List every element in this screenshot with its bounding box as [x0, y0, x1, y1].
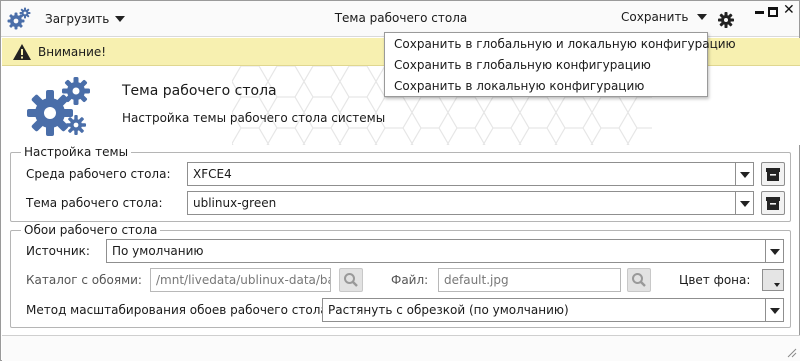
settings-gear-icon[interactable]	[718, 12, 734, 28]
menu-item-save-global-local[interactable]: Сохранить в глобальную и локальную конфи…	[394, 34, 736, 54]
archive-button[interactable]	[761, 162, 785, 186]
theme-label: Тема рабочего стола:	[26, 196, 163, 210]
file-value: default.jpg	[444, 273, 509, 287]
wallpaper-dir-label: Каталог с обоями:	[26, 273, 142, 287]
theme-settings-group: Настройка темы Среда рабочего стола: XFC…	[10, 145, 791, 222]
file-input[interactable]: default.jpg	[438, 268, 621, 292]
menu-item-save-global[interactable]: Сохранить в глобальную конфигурацию	[394, 55, 651, 75]
wallpaper-dir-value: /mnt/livedata/ublinux-data/ba	[156, 273, 331, 287]
warning-icon	[13, 44, 31, 60]
desktop-env-value: XFCE4	[193, 167, 232, 181]
maximize-icon[interactable]	[768, 7, 778, 17]
bg-color-label: Цвет фона:	[679, 273, 751, 287]
chevron-down-icon	[774, 283, 780, 287]
scale-method-label: Метод масштабирования обоев рабочего сто…	[26, 303, 332, 317]
save-dropdown-menu: Сохранить в глобальную и локальную конфи…	[384, 32, 736, 97]
wallpaper-dir-input[interactable]: /mnt/livedata/ublinux-data/ba	[150, 268, 331, 292]
theme-value: ublinux-green	[193, 196, 277, 210]
page-subtitle: Настройка темы рабочего стола системы	[122, 111, 386, 125]
status-bar	[2, 335, 800, 361]
app-window: Загрузить Тема рабочего стола Сохранить …	[0, 0, 800, 361]
source-select[interactable]: По умолчанию	[106, 239, 784, 263]
browse-dir-button[interactable]	[339, 268, 363, 292]
settings-gears-icon	[27, 77, 90, 136]
scale-method-select[interactable]: Растянуть с обрезкой (по умолчанию)	[322, 298, 784, 322]
source-label: Источник:	[26, 244, 90, 258]
archive-icon	[766, 197, 780, 210]
chevron-down-icon[interactable]	[735, 163, 753, 185]
save-menu-label: Сохранить	[621, 10, 689, 24]
archive-icon	[766, 168, 780, 181]
desktop-env-select[interactable]: XFCE4	[187, 162, 754, 186]
chevron-down-icon[interactable]	[765, 299, 783, 321]
wallpaper-group: Обои рабочего стола Источник: По умолчан…	[10, 223, 791, 328]
source-value: По умолчанию	[112, 244, 204, 258]
search-icon	[632, 273, 646, 287]
browse-file-button[interactable]	[627, 268, 651, 292]
chevron-down-icon[interactable]	[735, 192, 753, 214]
close-icon[interactable]: ✕	[783, 3, 795, 17]
scale-method-value: Растянуть с обрезкой (по умолчанию)	[328, 303, 569, 317]
save-menu[interactable]: Сохранить	[621, 10, 707, 24]
chevron-down-icon	[696, 14, 707, 20]
group-legend: Настройка темы	[21, 145, 132, 159]
group-legend: Обои рабочего стола	[21, 223, 161, 237]
desktop-env-label: Среда рабочего стола:	[26, 167, 171, 181]
chevron-down-icon[interactable]	[765, 240, 783, 262]
file-label: Файл:	[391, 273, 429, 287]
page-title: Тема рабочего стола	[122, 83, 277, 99]
resize-grip-icon[interactable]	[785, 346, 797, 358]
bg-color-button[interactable]	[762, 269, 784, 291]
theme-select[interactable]: ublinux-green	[187, 191, 754, 215]
minimize-icon[interactable]	[755, 11, 764, 14]
archive-button[interactable]	[761, 191, 785, 215]
search-icon	[344, 273, 358, 287]
warning-text: Внимание!	[38, 45, 107, 59]
menu-item-save-local[interactable]: Сохранить в локальную конфигурацию	[394, 76, 644, 96]
